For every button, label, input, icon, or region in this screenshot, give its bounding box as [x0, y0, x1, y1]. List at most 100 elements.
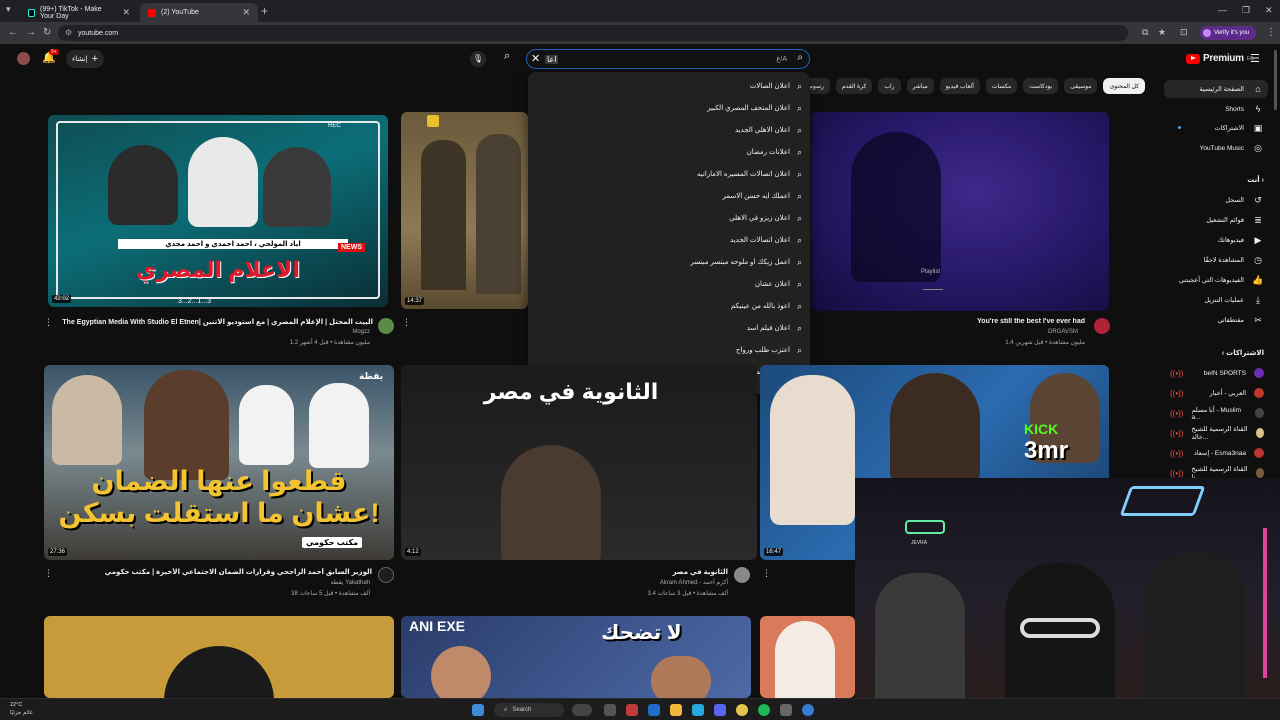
spotify-icon[interactable]	[758, 704, 770, 716]
close-window-icon[interactable]: ✕	[1265, 5, 1273, 16]
task-view-icon[interactable]	[604, 704, 616, 716]
maximize-icon[interactable]: ❐	[1242, 5, 1250, 16]
search-suggestion[interactable]: اعلان عشان ⌕	[542, 274, 802, 294]
settings-icon[interactable]	[780, 704, 792, 716]
sidebar-sub-item[interactable]: ((•)) أنا مسلم - Muslim a...	[1164, 404, 1268, 422]
channel-name[interactable]: ORGAVSM	[930, 329, 1078, 335]
sidebar-subscriptions-heading[interactable]: ‹ الاشتراكات	[1222, 349, 1264, 357]
video-thumbnail[interactable]: الاعلام المصري اياد المولجي ، احمد احمدي…	[48, 115, 388, 307]
sidebar-item-your-videos[interactable]: فيديوهاتك ▶	[1164, 231, 1268, 249]
sidebar-item-clips[interactable]: مقتطفاتي ✂	[1164, 311, 1268, 329]
sidebar-item-playlists[interactable]: قوائم التشغيل ≣	[1164, 211, 1268, 229]
channel-avatar[interactable]	[378, 567, 394, 583]
discord-icon[interactable]	[714, 704, 726, 716]
search-button-icon[interactable]: ⌕	[504, 50, 510, 63]
sidebar-sub-item[interactable]: ((•)) beIN SPORTS	[1164, 364, 1268, 382]
forward-icon[interactable]: →	[26, 27, 36, 38]
site-info-icon[interactable]: ⚙	[65, 28, 72, 37]
chrome-icon[interactable]	[736, 704, 748, 716]
sidebar-item-shorts[interactable]: Shorts ϟ	[1164, 100, 1268, 118]
bookmark-star-icon[interactable]: ★	[1158, 27, 1166, 38]
video-menu-icon[interactable]: ⋮	[44, 317, 53, 328]
search-suggestion[interactable]: اعلان الاهلي الجديد ⌕	[542, 120, 802, 140]
widgets-icon[interactable]	[572, 704, 592, 716]
filter-chip[interactable]: مكسات	[985, 78, 1018, 94]
sidebar-you-heading[interactable]: أنت ›	[1247, 176, 1264, 184]
filter-chip[interactable]: كرة القدم	[835, 78, 873, 94]
back-icon[interactable]: ←	[8, 27, 18, 38]
sidebar-sub-item[interactable]: ((•)) إسعاد - Esma3naa	[1164, 444, 1268, 462]
video-title[interactable]: الثانوية في مصر	[560, 568, 728, 576]
sidebar-scrollbar[interactable]	[1274, 50, 1277, 110]
close-tab-icon[interactable]: ✕	[122, 7, 130, 18]
sidebar-item-watch-later[interactable]: المشاهدة لاحقًا ◷	[1164, 251, 1268, 269]
search-suggestion[interactable]: اعتزب طلب ورواح ⌕	[542, 340, 802, 360]
menu-kebab-icon[interactable]: ⋮	[1266, 27, 1276, 38]
youtube-premium-logo[interactable]: Premium EG	[1186, 53, 1254, 64]
sidebar-item-home[interactable]: الصفحة الرئيسية ⌂	[1164, 80, 1268, 98]
filter-chip[interactable]: بودكاست	[1023, 78, 1059, 94]
reload-icon[interactable]: ↻	[43, 27, 51, 38]
search-suggestion[interactable]: اعملك ايه حسن الاسمر ⌕	[542, 186, 802, 206]
avatar[interactable]	[17, 52, 30, 65]
microphone-icon[interactable]: 🎙	[470, 51, 486, 67]
sidebar-sub-item[interactable]: ((•)) القناة الرسمية للشيخ خالد...	[1164, 424, 1268, 442]
video-thumbnail[interactable]	[44, 616, 394, 698]
sidebar-item-history[interactable]: السجل ↺	[1164, 191, 1268, 209]
video-thumbnail[interactable]	[760, 616, 855, 698]
channel-avatar[interactable]	[734, 567, 750, 583]
search-suggestion[interactable]: اعلان الصالات ⌕	[542, 76, 802, 96]
video-menu-icon[interactable]: ⋮	[762, 568, 771, 579]
taskbar-search[interactable]: ⌕ Search	[494, 703, 564, 717]
weather-widget[interactable]: 22°C غائم جزئيًا	[10, 701, 33, 717]
file-explorer-icon[interactable]	[670, 704, 682, 716]
filter-chip[interactable]: مباشر	[906, 78, 934, 94]
install-app-icon[interactable]: ⧉	[1142, 27, 1148, 38]
close-tab-icon[interactable]: ✕	[242, 7, 250, 18]
app-icon[interactable]	[626, 704, 638, 716]
sidebar-sub-item[interactable]: ((•)) العربي - أخبار	[1164, 384, 1268, 402]
sidebar-item-subscriptions[interactable]: الاشتراكات ▣	[1164, 119, 1268, 137]
channel-name[interactable]: Mogzz	[200, 329, 370, 335]
url-field[interactable]: ⚙ youtube.com	[58, 25, 1128, 41]
search-suggestion[interactable]: اعمل زيكك او ملوحه مبنسر مبنسر ⌕	[542, 252, 802, 272]
create-button[interactable]: إنشاء +	[66, 50, 104, 68]
browser-tab-youtube[interactable]: (2) YouTube ✕	[140, 3, 258, 22]
search-suggestion[interactable]: اعلان المتحف المصري الكبير ⌕	[542, 98, 802, 118]
clear-search-icon[interactable]: ✕	[531, 52, 540, 65]
minimize-icon[interactable]: —	[1218, 5, 1227, 15]
channel-name[interactable]: Akram Ahmed - أكرم أحمد	[560, 579, 728, 586]
app-icon[interactable]	[802, 704, 814, 716]
sidebar-item-liked[interactable]: الفيديوهات التي أعجبتني 👍	[1164, 271, 1268, 289]
video-thumbnail[interactable]: 14:37	[401, 112, 528, 309]
search-input[interactable]: ✕ اعا ع/A ⌕	[526, 49, 810, 69]
filter-chip[interactable]: ألعاب فيديو	[939, 78, 980, 94]
video-thumbnail[interactable]: الثانوية في مصر 4:12	[401, 365, 757, 560]
video-thumbnail[interactable]: Playlist	[811, 112, 1109, 311]
channel-avatar[interactable]	[378, 318, 394, 334]
video-title[interactable]: الوزير السابق أحمد الراجحي وقرارات الضما…	[60, 568, 372, 576]
video-menu-icon[interactable]: ⋮	[44, 568, 53, 579]
search-suggestion[interactable]: اعلانات رمضان ⌕	[542, 142, 802, 162]
video-thumbnail[interactable]: لا تضحك ANI EXE	[401, 616, 751, 698]
filter-chip[interactable]: راب	[878, 78, 901, 94]
search-suggestion[interactable]: اعلان اتصالات المسيره الاماراتيه ⌕	[542, 164, 802, 184]
channel-avatar[interactable]	[1094, 318, 1110, 334]
filter-chip[interactable]: موسيقى	[1064, 78, 1098, 94]
tab-search-icon[interactable]: ▾	[6, 4, 11, 15]
keyboard-layout-hint[interactable]: ع/A	[776, 55, 787, 63]
sidebar-item-youtube-music[interactable]: YouTube Music ◎	[1164, 139, 1268, 157]
channel-name[interactable]: يقظة Yakathah	[200, 579, 370, 586]
filter-chip[interactable]: كل المحتوى	[1103, 78, 1145, 94]
video-title[interactable]: The Egyptian Media With Studio El Etnen|…	[58, 318, 373, 326]
search-suggestion[interactable]: اعلان فيلم اسد ⌕	[542, 318, 802, 338]
new-tab-button[interactable]: +	[261, 4, 268, 18]
browser-tab-tiktok[interactable]: (99+) TikTok - Make Your Day ✕	[20, 3, 138, 22]
verify-profile-button[interactable]: Verify it's you	[1200, 26, 1256, 40]
search-suggestion[interactable]: اعلان زيزو في الاهلي ⌕	[542, 208, 802, 228]
outlook-icon[interactable]	[648, 704, 660, 716]
video-menu-icon[interactable]: ⋮	[402, 317, 411, 328]
search-suggestion[interactable]: اعلان اتصالات الجديد ⌕	[542, 230, 802, 250]
search-suggestion[interactable]: اعوذ بالله من عينيكم ⌕	[542, 296, 802, 316]
start-icon[interactable]	[472, 704, 484, 716]
